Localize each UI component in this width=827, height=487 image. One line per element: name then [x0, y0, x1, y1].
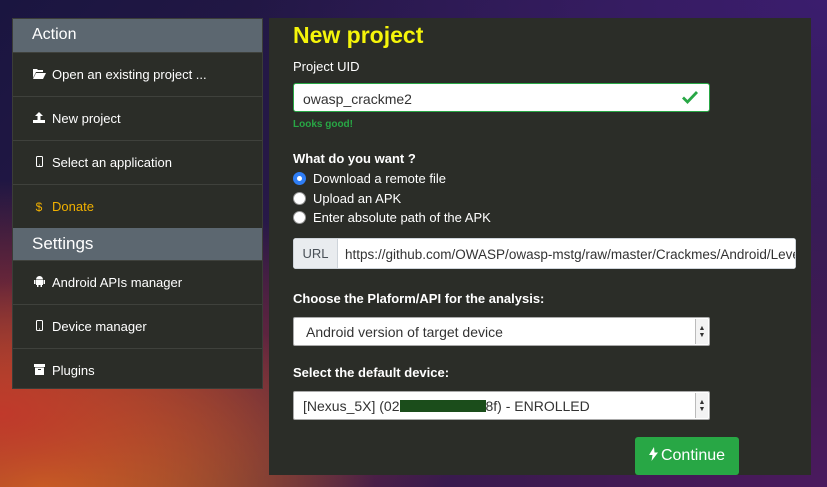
platform-select[interactable]: Android version of target device ▲ ▼: [293, 317, 710, 346]
sidebar-item-new-project[interactable]: New project: [13, 96, 262, 140]
select-arrows-icon: ▲ ▼: [695, 319, 708, 344]
url-input-group: URL https://github.com/OWASP/owasp-mstg/…: [293, 238, 796, 269]
radio-button[interactable]: [293, 171, 306, 185]
radio-button[interactable]: [293, 191, 306, 205]
sidebar-item-label: Select an application: [52, 155, 172, 170]
sidebar-item-device-manager[interactable]: Device manager: [13, 304, 262, 348]
project-uid-input[interactable]: owasp_crackme2: [293, 83, 710, 112]
select-arrows-icon: ▲ ▼: [695, 393, 708, 418]
sidebar-item-plugins[interactable]: Plugins: [13, 348, 262, 392]
option-label: Enter absolute path of the APK: [313, 209, 491, 225]
bolt-icon: [648, 447, 658, 465]
continue-label: Continue: [660, 447, 726, 464]
sidebar-item-label: New project: [52, 111, 121, 126]
sidebar-item-label: Open an existing project ...: [52, 67, 207, 82]
sidebar-item-label: Device manager: [52, 319, 147, 334]
uid-label: Project UID: [293, 59, 360, 74]
sidebar-item-label: Android APIs manager: [52, 275, 183, 290]
option-label: Download a remote file: [313, 170, 446, 186]
platform-selected-value: Android version of target device: [306, 324, 503, 340]
option-upload-apk[interactable]: Upload an APK: [293, 189, 401, 207]
device-suffix: 8f) - ENROLLED: [485, 398, 590, 414]
dollar-icon: $: [35, 199, 43, 214]
option-label: Upload an APK: [313, 190, 402, 206]
sidebar-item-label: Donate: [52, 199, 94, 214]
radio-button[interactable]: [293, 210, 306, 224]
option-absolute-path[interactable]: Enter absolute path of the APK: [293, 208, 491, 226]
sidebar: Action Open an existing project ... New …: [12, 18, 263, 389]
url-addon-label: URL: [293, 238, 338, 269]
page-title: New project: [293, 22, 424, 48]
option-download-remote[interactable]: Download a remote file: [293, 169, 446, 187]
device-prefix: [Nexus_5X] (02: [303, 398, 400, 414]
mobile-icon: [32, 319, 46, 334]
platform-label: Choose the Plaform/API for the analysis:: [293, 291, 545, 306]
action-header: Action: [13, 19, 262, 52]
new-project-panel: New project Project UID owasp_crackme2 L…: [269, 18, 811, 475]
folder-open-icon: [32, 68, 46, 82]
redaction-block: [399, 400, 486, 412]
upload-icon: [32, 111, 46, 126]
sidebar-item-label: Plugins: [52, 363, 95, 378]
validation-message: Looks good!: [293, 119, 353, 130]
mobile-icon: [32, 155, 46, 170]
android-icon: [32, 275, 46, 290]
device-select[interactable]: [Nexus_5X] (02 8f) - ENROLLED ▲ ▼: [293, 391, 710, 420]
project-uid-value: owasp_crackme2: [303, 91, 412, 107]
sidebar-item-android-apis[interactable]: Android APIs manager: [13, 260, 262, 304]
sidebar-item-select-application[interactable]: Select an application: [13, 140, 262, 184]
url-input[interactable]: https://github.com/OWASP/owasp-mstg/raw/…: [338, 238, 796, 269]
check-icon: [682, 91, 699, 105]
continue-button[interactable]: Continue: [635, 437, 739, 475]
sidebar-item-donate[interactable]: $ Donate: [13, 184, 262, 228]
sidebar-item-open-project[interactable]: Open an existing project ...: [13, 52, 262, 96]
device-label: Select the default device:: [293, 365, 450, 380]
box-icon: [32, 363, 46, 378]
want-label: What do you want ?: [293, 151, 416, 166]
settings-header: Settings: [13, 228, 262, 260]
